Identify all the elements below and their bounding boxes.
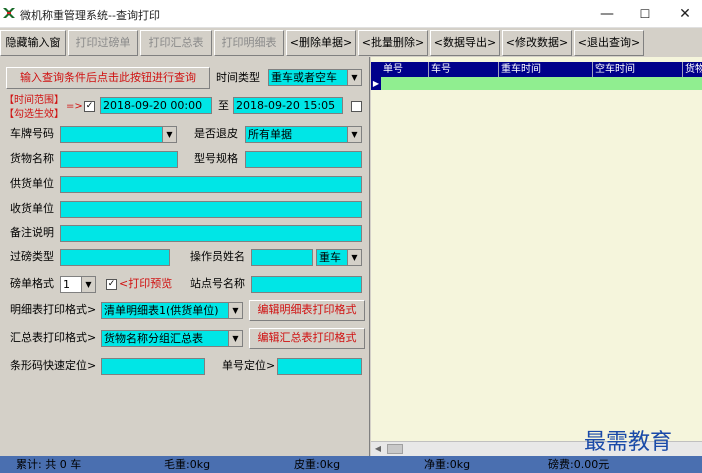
supplier-label: 供货单位 bbox=[10, 177, 54, 190]
time-range-checkbox[interactable]: ✓ bbox=[84, 101, 95, 112]
operator-label: 操作员姓名 bbox=[190, 250, 245, 263]
window-title: 微机称重管理系统--查询打印 bbox=[20, 9, 160, 22]
watermark-logo: 最需教育 bbox=[584, 430, 673, 455]
column-header-plate[interactable]: 车号 bbox=[429, 62, 499, 77]
chevron-down-icon: ▼ bbox=[228, 303, 242, 318]
print-detail-button[interactable]: 打印明细表 bbox=[214, 30, 284, 56]
operator-field[interactable] bbox=[251, 249, 313, 266]
delete-record-button[interactable]: <删除单据> bbox=[286, 30, 356, 56]
plate-select[interactable]: ▼ bbox=[60, 126, 177, 143]
close-button[interactable]: ✕ bbox=[668, 0, 702, 28]
status-total: 累计: 共 0 车 bbox=[16, 458, 82, 471]
print-summary-button[interactable]: 打印汇总表 bbox=[140, 30, 212, 56]
barcode-label: 条形码快速定位> bbox=[10, 359, 97, 372]
chevron-down-icon: ▼ bbox=[162, 127, 176, 142]
barcode-field[interactable] bbox=[101, 358, 205, 375]
chevron-down-icon: ▼ bbox=[347, 70, 361, 85]
summary-print-select[interactable]: 货物名称分组汇总表 ▼ bbox=[101, 330, 243, 347]
print-preview-label: <打印预览 bbox=[119, 277, 173, 290]
status-fee: 磅费:0.00元 bbox=[548, 458, 610, 471]
tare-label: 是否退皮 bbox=[194, 127, 238, 140]
end-time-value: 2018-09-20 15:05 bbox=[236, 99, 336, 112]
tare-select[interactable]: 所有单据 ▼ bbox=[245, 126, 362, 143]
chevron-down-icon: ▼ bbox=[347, 250, 361, 265]
model-field[interactable] bbox=[245, 151, 362, 168]
start-time-field[interactable]: 2018-09-20 00:00 bbox=[100, 97, 212, 114]
goods-field[interactable] bbox=[60, 151, 178, 168]
column-header-gross-time[interactable]: 重车时间 bbox=[499, 62, 593, 77]
column-header-goods[interactable]: 货物 bbox=[683, 62, 702, 77]
weigh-type-label: 过磅类型 bbox=[10, 250, 54, 263]
remark-field[interactable] bbox=[60, 225, 362, 242]
check-effect-label: 【勾选生效】 bbox=[4, 109, 64, 120]
hide-input-button[interactable]: 隐藏输入窗 bbox=[0, 30, 66, 56]
time-type-label: 时间类型 bbox=[216, 71, 260, 84]
minimize-button[interactable]: — bbox=[590, 0, 624, 28]
title-bar: 微机称重管理系统--查询打印 — ☐ ✕ bbox=[0, 0, 702, 28]
docno-field[interactable] bbox=[277, 358, 362, 375]
chevron-down-icon: ▼ bbox=[228, 331, 242, 346]
edit-summary-format-button[interactable]: 编辑汇总表打印格式 bbox=[249, 328, 365, 349]
time-range-label: 【时间范围】 bbox=[4, 95, 64, 106]
format-label: 磅单格式 bbox=[10, 277, 54, 290]
status-net: 净重:0kg bbox=[424, 458, 471, 471]
station-label: 站点号名称 bbox=[190, 277, 245, 290]
status-gross: 毛重:0kg bbox=[164, 458, 211, 471]
status-bar: 累计: 共 0 车 毛重:0kg 皮重:0kg 净重:0kg 磅费:0.00元 bbox=[0, 456, 702, 473]
remark-label: 备注说明 bbox=[10, 226, 54, 239]
receiver-field[interactable] bbox=[60, 201, 362, 218]
detail-print-select[interactable]: 清单明细表1(供货单位) ▼ bbox=[101, 302, 243, 319]
time-type-select[interactable]: 重车或者空车 ▼ bbox=[268, 69, 362, 86]
grid-header: 单号 车号 重车时间 空车时间 货物 bbox=[371, 62, 702, 77]
detail-print-value: 清单明细表1(供货单位) bbox=[104, 304, 219, 317]
end-time-checkbox[interactable] bbox=[351, 101, 362, 112]
end-time-field[interactable]: 2018-09-20 15:05 bbox=[233, 97, 343, 114]
maximize-button[interactable]: ☐ bbox=[628, 0, 662, 28]
station-field[interactable] bbox=[251, 276, 362, 293]
chevron-down-icon: ▼ bbox=[347, 127, 361, 142]
export-data-button[interactable]: <数据导出> bbox=[430, 30, 500, 56]
format-select[interactable]: 1 ▼ bbox=[60, 276, 96, 293]
scrollbar-thumb[interactable] bbox=[387, 444, 403, 454]
plate-label: 车牌号码 bbox=[10, 127, 54, 140]
arrow-label: => bbox=[66, 101, 83, 112]
model-label: 型号规格 bbox=[194, 152, 238, 165]
batch-delete-button[interactable]: <批量删除> bbox=[358, 30, 428, 56]
to-label: 至 bbox=[218, 99, 229, 112]
supplier-field[interactable] bbox=[60, 176, 362, 193]
print-preview-checkbox[interactable]: ✓ bbox=[106, 279, 117, 290]
query-panel: 输入查询条件后点击此按钮进行查询 时间类型 重车或者空车 ▼ 【时间范围】 【勾… bbox=[0, 57, 370, 456]
exit-query-button[interactable]: <退出查询> bbox=[574, 30, 644, 56]
column-header-tare-time[interactable]: 空车时间 bbox=[593, 62, 683, 77]
goods-label: 货物名称 bbox=[10, 152, 54, 165]
run-query-button[interactable]: 输入查询条件后点击此按钮进行查询 bbox=[6, 67, 210, 89]
table-row[interactable]: ▶ bbox=[371, 77, 702, 90]
receiver-label: 收货单位 bbox=[10, 202, 54, 215]
operator-vehicle-select[interactable]: 重车 ▼ bbox=[316, 249, 362, 266]
toolbar: 隐藏输入窗 打印过磅单 打印汇总表 打印明细表 <删除单据> <批量删除> <数… bbox=[0, 30, 702, 56]
print-ticket-button[interactable]: 打印过磅单 bbox=[68, 30, 138, 56]
docno-label: 单号定位> bbox=[222, 359, 276, 372]
weigh-type-field[interactable] bbox=[60, 249, 170, 266]
results-grid[interactable]: 单号 车号 重车时间 空车时间 货物 ▶ ◀ bbox=[371, 57, 702, 456]
tare-value: 所有单据 bbox=[248, 128, 292, 141]
start-time-value: 2018-09-20 00:00 bbox=[103, 99, 203, 112]
summary-print-value: 货物名称分组汇总表 bbox=[104, 332, 203, 345]
edit-data-button[interactable]: <修改数据> bbox=[502, 30, 572, 56]
row-indicator-icon: ▶ bbox=[371, 77, 381, 90]
detail-print-label: 明细表打印格式> bbox=[10, 303, 97, 316]
status-tare: 皮重:0kg bbox=[294, 458, 341, 471]
chevron-down-icon: ▼ bbox=[81, 277, 95, 292]
scroll-left-icon[interactable]: ◀ bbox=[373, 444, 383, 454]
column-header-docno[interactable]: 单号 bbox=[381, 62, 429, 77]
summary-print-label: 汇总表打印格式> bbox=[10, 331, 97, 344]
app-icon bbox=[3, 8, 15, 18]
edit-detail-format-button[interactable]: 编辑明细表打印格式 bbox=[249, 300, 365, 321]
